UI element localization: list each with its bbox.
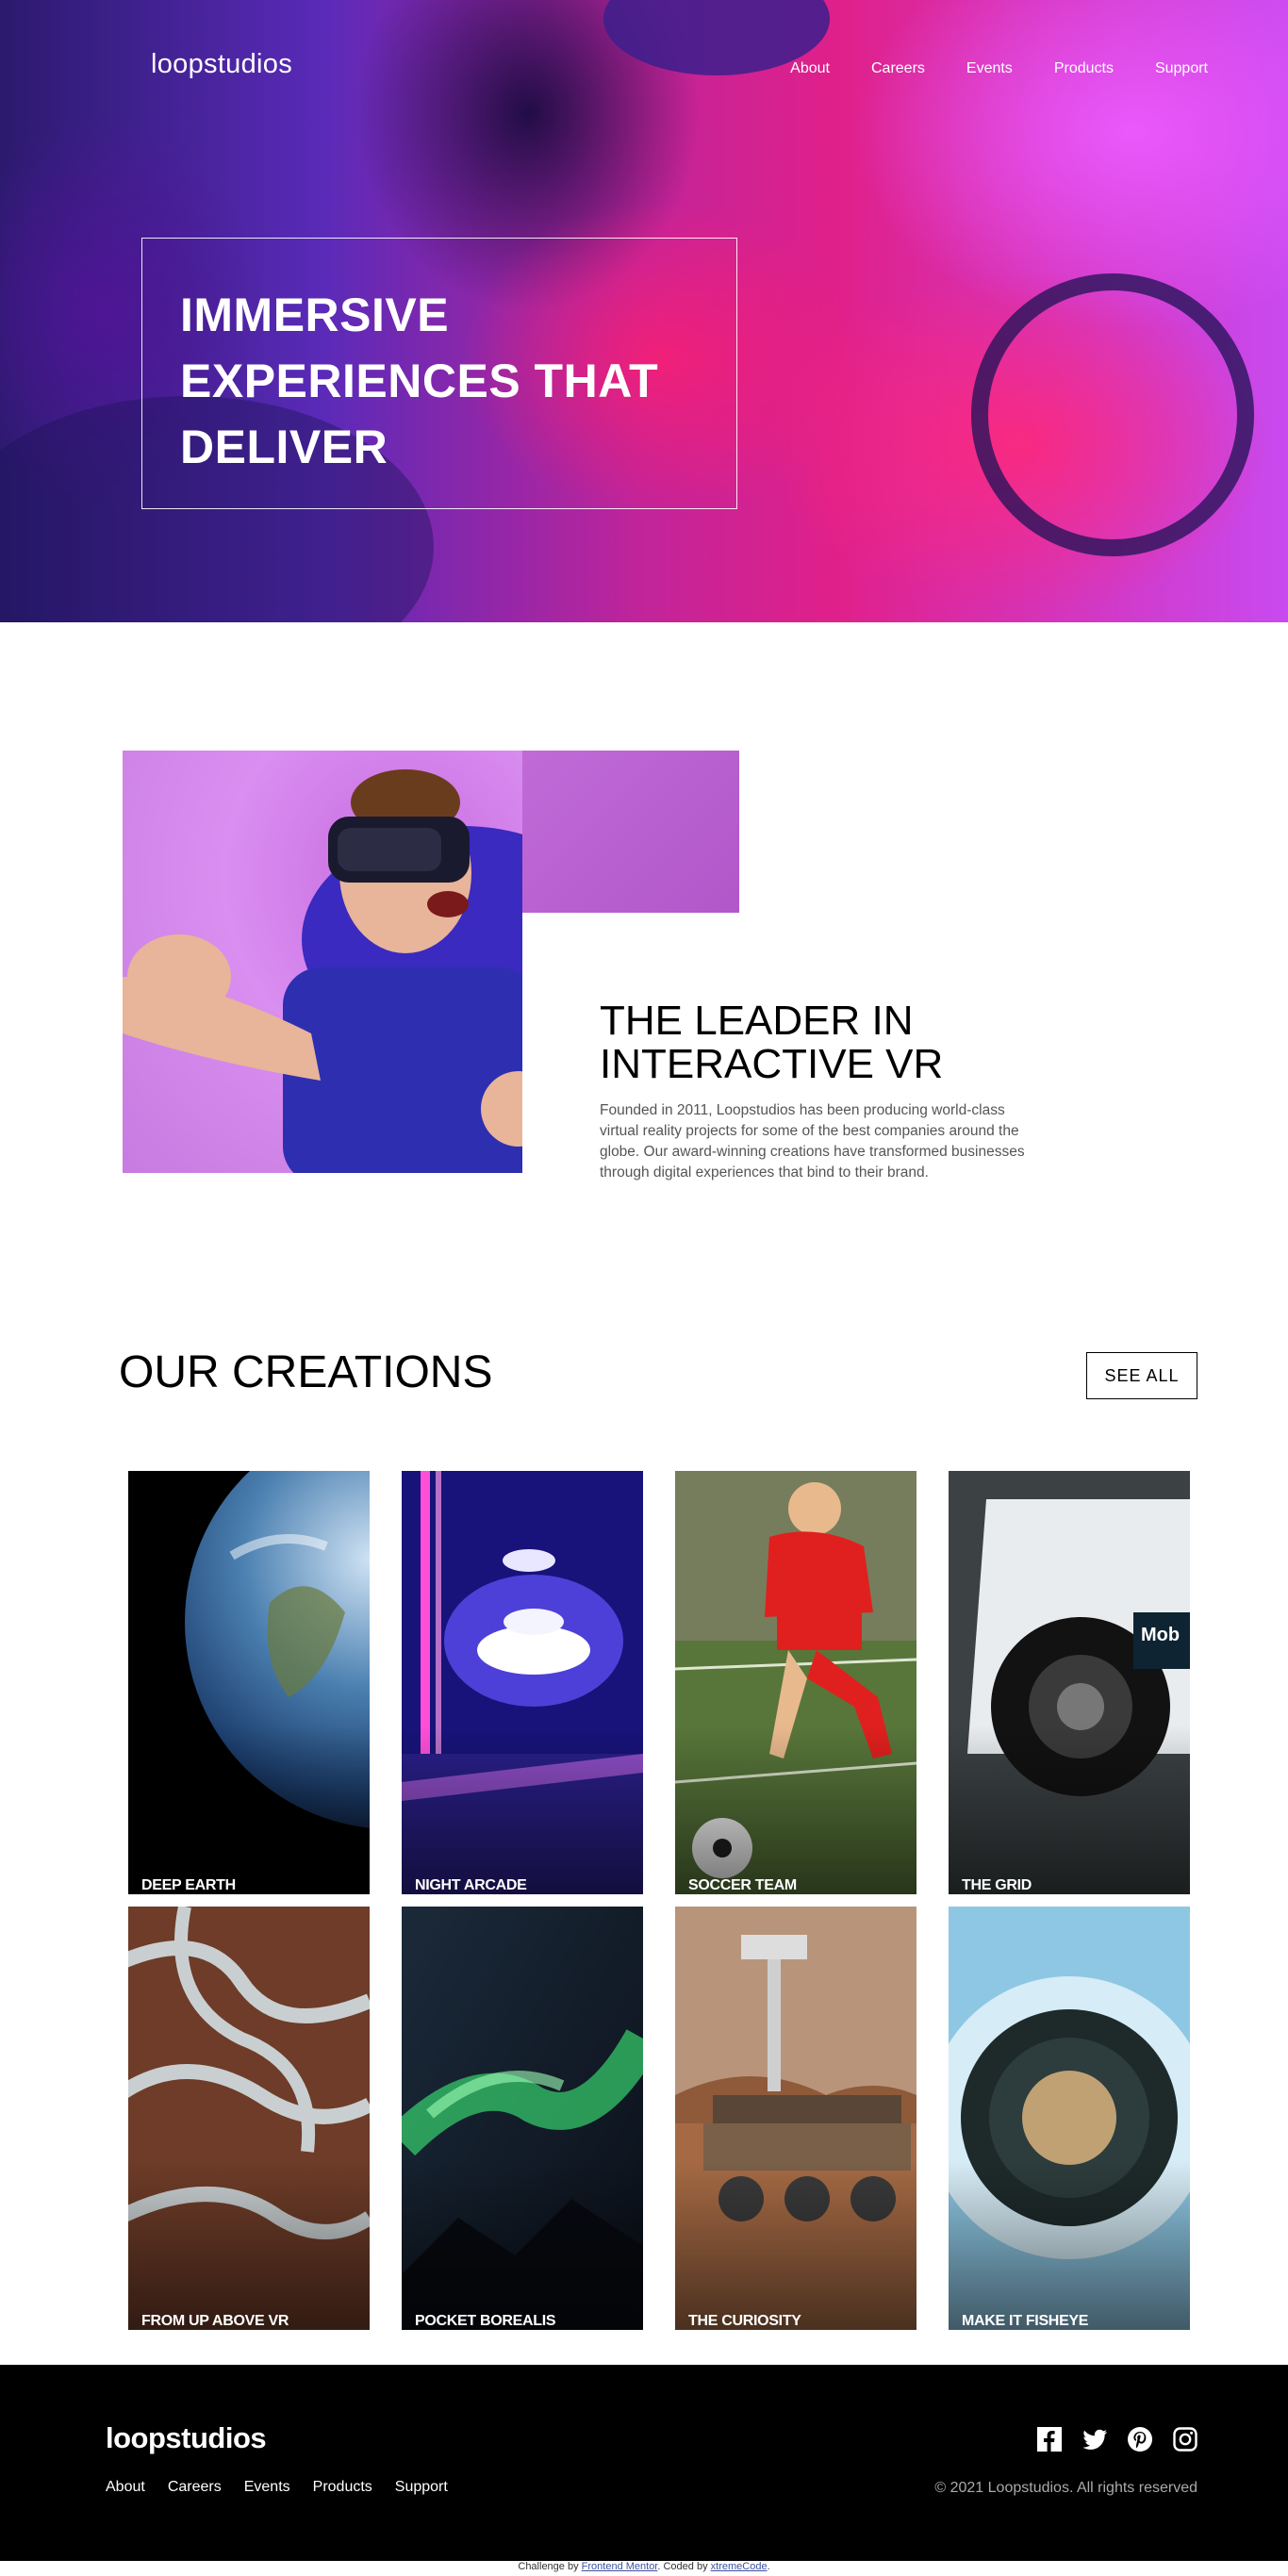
footer-nav-products[interactable]: Products (313, 2479, 372, 2496)
footer-nav-careers[interactable]: Careers (168, 2479, 222, 2496)
copyright: © 2021 Loopstudios. All rights reserved (934, 2480, 1197, 2496)
attribution: Challenge by Frontend Mentor. Coded by x… (0, 2561, 1288, 2572)
attribution-middle: . Coded by (657, 2561, 708, 2572)
creation-card-the-curiosity[interactable]: THE CURIOSITY (675, 1907, 916, 2330)
creation-label: POCKET BOREALIS (415, 2313, 556, 2329)
footer-nav-about[interactable]: About (106, 2479, 145, 2496)
creation-card-the-grid[interactable]: Mob THE GRID (949, 1471, 1190, 1894)
creation-label: THE GRID (962, 1877, 1032, 1893)
main-nav: About Careers Events Products Support (749, 60, 1208, 77)
creation-card-make-it-fisheye[interactable]: MAKE IT FISHEYE (949, 1907, 1190, 2330)
footer: loopstudios About Careers Events Product… (0, 2365, 1288, 2561)
instagram-icon[interactable] (1173, 2427, 1197, 2452)
creation-label: THE CURIOSITY (688, 2313, 801, 2329)
about-card: THE LEADER IN INTERACTIVE VR Founded in … (522, 913, 1062, 1224)
footer-logo[interactable]: loopstudios (106, 2421, 267, 2455)
card-shade (128, 1907, 370, 2330)
card-shade (402, 1471, 643, 1894)
card-shade (128, 1471, 370, 1894)
about-title: THE LEADER IN INTERACTIVE VR (600, 998, 944, 1087)
footer-nav: About Careers Events Products Support (106, 2479, 471, 2496)
vr-person-illustration (123, 769, 522, 1173)
card-shade (675, 1907, 916, 2330)
card-shade (949, 1907, 1190, 2330)
facebook-icon[interactable] (1037, 2427, 1062, 2452)
about-image (123, 751, 522, 1173)
see-all-button[interactable]: SEE ALL (1086, 1352, 1197, 1399)
footer-nav-support[interactable]: Support (395, 2479, 448, 2496)
card-shade (675, 1471, 916, 1894)
nav-products[interactable]: Products (1054, 60, 1114, 77)
nav-about[interactable]: About (790, 60, 830, 77)
about-text: Founded in 2011, Loopstudios has been pr… (600, 1102, 1025, 1181)
creation-card-from-up-above-vr[interactable]: FROM UP ABOVE VR (128, 1907, 370, 2330)
nav-events[interactable]: Events (966, 60, 1013, 77)
about-image-extension (522, 751, 739, 913)
creation-card-pocket-borealis[interactable]: POCKET BOREALIS (402, 1907, 643, 2330)
creation-label: MAKE IT FISHEYE (962, 2313, 1089, 2329)
hero-title-box: IMMERSIVE EXPERIENCES THAT DELIVER (141, 238, 737, 509)
attribution-link-frontend-mentor[interactable]: Frontend Mentor (582, 2561, 658, 2572)
creation-label: FROM UP ABOVE VR (141, 2313, 289, 2329)
hero-section: loopstudios About Careers Events Product… (0, 0, 1288, 622)
nav-support[interactable]: Support (1155, 60, 1208, 77)
attribution-link-xtremecode[interactable]: xtremeCode (711, 2561, 768, 2572)
creation-label: NIGHT ARCADE (415, 1877, 527, 1893)
nav-careers[interactable]: Careers (871, 60, 925, 77)
hero-title: IMMERSIVE EXPERIENCES THAT DELIVER (180, 289, 659, 473)
creation-card-deep-earth[interactable]: DEEP EARTH (128, 1471, 370, 1894)
creation-card-night-arcade[interactable]: NIGHT ARCADE (402, 1471, 643, 1894)
site-logo[interactable]: loopstudios (151, 49, 292, 80)
pinterest-icon[interactable] (1128, 2427, 1152, 2452)
attribution-prefix: Challenge by (518, 2561, 579, 2572)
card-shade (949, 1471, 1190, 1894)
social-links (1037, 2427, 1197, 2452)
hero-photo-wheel (971, 273, 1254, 556)
twitter-icon[interactable] (1082, 2427, 1108, 2452)
attribution-suffix: . (767, 2561, 770, 2572)
creation-label: DEEP EARTH (141, 1877, 236, 1893)
creation-card-soccer-team[interactable]: SOCCER TEAM (675, 1471, 916, 1894)
creation-label: SOCCER TEAM (688, 1877, 797, 1893)
creations-title: OUR CREATIONS (119, 1347, 493, 1397)
footer-nav-events[interactable]: Events (244, 2479, 290, 2496)
card-shade (402, 1907, 643, 2330)
